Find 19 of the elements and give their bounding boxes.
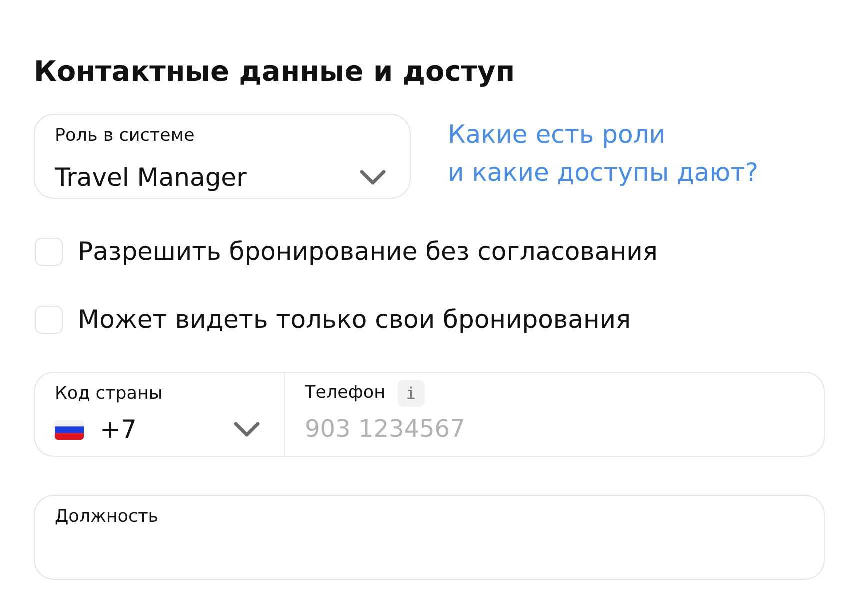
country-code-select[interactable]: Код страны +7 [35,373,285,456]
checkbox-label: Разрешить бронирование без согласования [78,237,658,267]
field-label: Код страны [55,383,163,405]
field-label: Роль в системе [55,125,195,147]
checkbox-label: Может видеть только свои бронирования [78,305,632,335]
field-label: Телефон [305,382,386,404]
section-title: Контактные данные и доступ [34,54,516,90]
position-field[interactable]: Должность [34,495,825,580]
role-select[interactable]: Роль в системе Travel Manager [34,114,411,199]
chevron-down-icon [234,422,260,438]
field-label: Должность [55,506,159,528]
checkbox[interactable] [35,238,63,266]
select-value: +7 [100,415,137,445]
flag-icon [55,420,84,440]
select-value: Travel Manager [55,162,247,192]
phone-input[interactable]: 903 1234567 [305,414,505,444]
info-badge[interactable]: i [398,380,425,406]
checkbox[interactable] [35,306,63,334]
chevron-down-icon [360,170,386,186]
